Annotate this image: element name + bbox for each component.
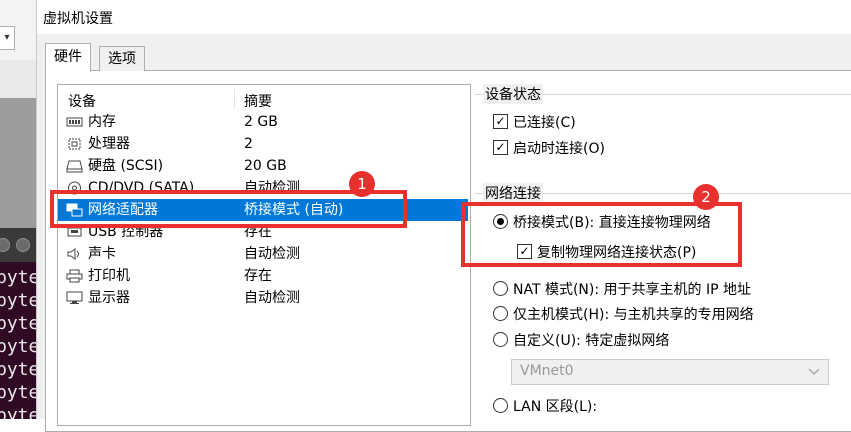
- device-name: 处理器: [88, 136, 130, 152]
- device-name: 声卡: [88, 246, 116, 262]
- device-summary: 自动检测: [244, 246, 300, 262]
- monitor-icon: [66, 291, 83, 304]
- device-summary: 20 GB: [244, 158, 287, 174]
- custom-label[interactable]: 自定义(U): 特定虚拟网络: [513, 330, 669, 350]
- terminal-output: pyte pyte pyte pyte pyte pyte pyte: [0, 262, 36, 419]
- connect-at-power-on-label[interactable]: 启动时连接(O): [513, 138, 605, 158]
- terminal-line: pyte: [0, 267, 36, 288]
- device-row-memory[interactable]: 内存 2 GB: [58, 111, 468, 133]
- memory-icon: [66, 117, 83, 127]
- connected-label[interactable]: 已连接(C): [513, 112, 576, 132]
- host-only-label[interactable]: 仅主机模式(H): 与主机共享的专用网络: [513, 304, 754, 324]
- device-row-display[interactable]: 显示器 自动检测: [58, 287, 468, 309]
- background-panel-dark: [0, 98, 36, 228]
- column-header-summary[interactable]: 摘要: [244, 91, 272, 111]
- custom-network-value: VMnet0: [520, 363, 574, 379]
- connected-checkbox[interactable]: ✓: [493, 114, 508, 129]
- device-summary: 2 GB: [244, 114, 278, 130]
- printer-icon: [66, 269, 83, 283]
- tab-hardware[interactable]: 硬件: [45, 43, 91, 72]
- background-dropdown-button[interactable]: ▾: [0, 26, 15, 50]
- terminal-line: pyte: [0, 336, 36, 357]
- chevron-down-icon: [808, 368, 820, 376]
- device-name: 内存: [88, 114, 116, 130]
- network-connection-title: 网络连接: [483, 183, 543, 203]
- device-list[interactable]: 设备 摘要 内存 2 GB 处理器 2 硬盘 (SCSI) 20 GB CD/D…: [57, 84, 471, 426]
- terminal-minimize-icon[interactable]: [16, 238, 30, 252]
- nat-label[interactable]: NAT 模式(N): 用于共享主机的 IP 地址: [513, 279, 751, 299]
- lan-segment-label[interactable]: LAN 区段(L):: [513, 396, 597, 416]
- column-separator[interactable]: [234, 89, 235, 109]
- lan-segment-radio[interactable]: [493, 398, 508, 413]
- speaker-icon: [67, 248, 79, 260]
- annotation-box-1: [50, 190, 407, 228]
- dialog-title: 虚拟机设置: [43, 11, 113, 27]
- device-row-sound-card[interactable]: 声卡 自动检测: [58, 243, 468, 265]
- device-name: 显示器: [88, 290, 130, 306]
- tab-options[interactable]: 选项: [99, 46, 145, 71]
- terminal-line: pyte: [0, 405, 36, 419]
- annotation-badge-2: 2: [693, 184, 719, 210]
- connect-at-power-on-checkbox[interactable]: ✓: [493, 140, 508, 155]
- background-panel: [0, 60, 36, 98]
- device-name: 打印机: [88, 268, 130, 284]
- nat-radio[interactable]: [493, 281, 508, 296]
- annotation-badge-1: 1: [349, 171, 375, 197]
- terminal-line: pyte: [0, 382, 36, 403]
- device-row-hard-disk[interactable]: 硬盘 (SCSI) 20 GB: [58, 155, 468, 177]
- terminal-line: pyte: [0, 313, 36, 334]
- hard-disk-icon: [66, 160, 83, 173]
- annotation-box-2: [461, 202, 742, 267]
- background-app: ▾ pyte pyte pyte pyte pyte pyte pyte: [0, 0, 36, 419]
- processor-icon: [68, 138, 81, 150]
- device-summary: 自动检测: [244, 290, 300, 306]
- vm-settings-dialog: 虚拟机设置 硬件 选项 设备 摘要 内存 2 GB 处理器 2 硬盘 (SCSI…: [36, 0, 851, 432]
- terminal-line: pyte: [0, 290, 36, 311]
- custom-radio[interactable]: [493, 332, 508, 347]
- device-row-printer[interactable]: 打印机 存在: [58, 265, 468, 287]
- custom-network-select[interactable]: VMnet0: [511, 359, 829, 385]
- device-name: 硬盘 (SCSI): [88, 158, 164, 174]
- device-summary: 2: [244, 136, 253, 152]
- column-header-device[interactable]: 设备: [68, 91, 96, 111]
- dialog-titlebar: 虚拟机设置: [37, 0, 851, 34]
- device-row-processor[interactable]: 处理器 2: [58, 133, 468, 155]
- host-only-radio[interactable]: [493, 306, 508, 321]
- terminal-line: pyte: [0, 359, 36, 380]
- device-status-title: 设备状态: [483, 84, 543, 104]
- device-summary: 存在: [244, 268, 272, 284]
